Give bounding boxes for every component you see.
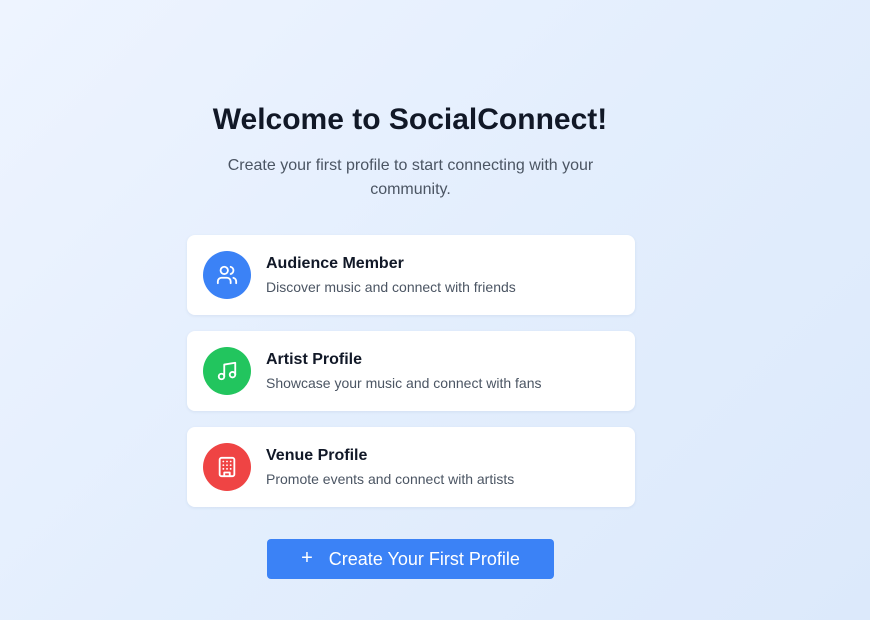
music-note-icon — [203, 347, 251, 395]
welcome-page: Welcome to SocialConnect! Create your fi… — [0, 0, 870, 620]
page-subtitle: Create your first profile to start conne… — [227, 157, 594, 198]
profile-type-list: Audience Member Discover music and conne… — [187, 235, 635, 523]
create-first-profile-button[interactable]: + Create Your First Profile — [267, 539, 554, 579]
create-first-profile-label: Create Your First Profile — [328, 548, 520, 569]
profile-type-card-artist: Artist Profile Showcase your music and c… — [187, 331, 635, 411]
profile-type-card-venue: Venue Profile Promote events and connect… — [187, 427, 635, 507]
plus-icon: + — [301, 547, 313, 569]
profile-type-description: Promote events and connect with artists — [266, 470, 515, 487]
users-icon — [203, 251, 251, 299]
profile-type-description: Discover music and connect with friends — [266, 278, 516, 295]
profile-type-description: Showcase your music and connect with fan… — [266, 374, 542, 391]
profile-type-title: Artist Profile — [266, 350, 363, 368]
profile-type-card-audience: Audience Member Discover music and conne… — [187, 235, 635, 315]
profile-type-title: Venue Profile — [266, 446, 368, 464]
page-title: Welcome to SocialConnect! — [212, 103, 608, 136]
profile-type-title: Audience Member — [266, 254, 404, 272]
building-icon — [203, 443, 251, 491]
